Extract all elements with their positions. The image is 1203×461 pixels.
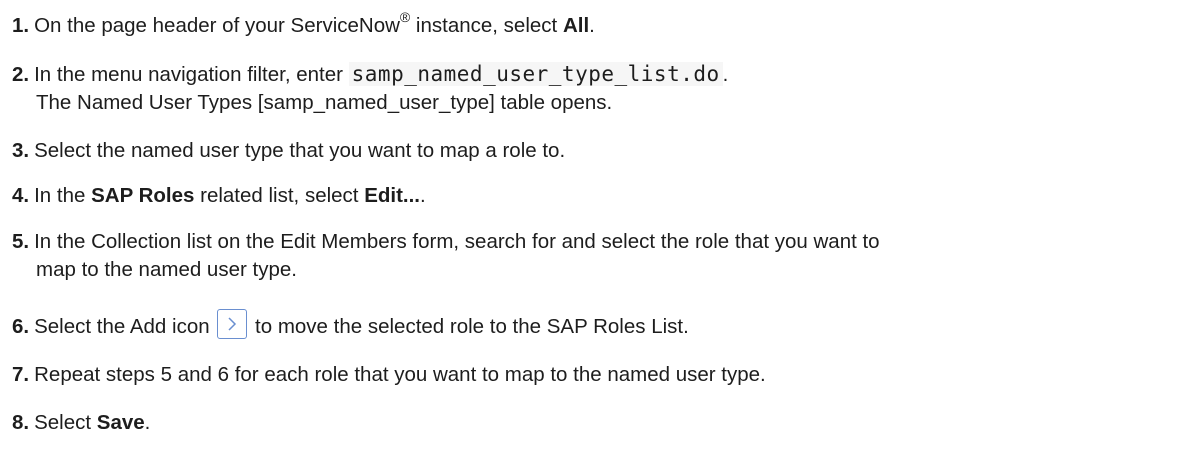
step-text: In the	[34, 184, 92, 207]
step-number: 7.	[12, 363, 30, 386]
step-number: 1.	[12, 14, 30, 37]
step-text: In the Collection list on the Edit Membe…	[34, 230, 880, 253]
registered-mark: ®	[399, 9, 411, 26]
step-1: 1. On the page header of your ServiceNow®…	[12, 9, 1197, 40]
step-4: 4. In the SAP Roles related list, select …	[12, 182, 1197, 210]
ui-term-sap-roles: SAP Roles	[91, 184, 195, 207]
step-text: Repeat steps 5 and 6 for each role that …	[34, 363, 766, 386]
step-7: 7. Repeat steps 5 and 6 for each role tha…	[12, 361, 1197, 389]
ui-term-edit: Edit...	[364, 184, 420, 207]
step-number: 6.	[12, 315, 30, 338]
step-text: .	[589, 14, 595, 37]
step-text: Select the named user type that you want…	[34, 139, 566, 162]
step-text: to move the selected role to the SAP Rol…	[249, 315, 689, 338]
step-number: 5.	[12, 230, 30, 253]
step-result: The Named User Types [samp_named_user_ty…	[36, 91, 613, 114]
step-text: Select	[34, 411, 97, 434]
step-text: Select the Add icon	[34, 315, 216, 338]
ui-term-all: All	[562, 14, 590, 37]
step-2: 2. In the menu navigation filter, enter s…	[12, 60, 1197, 117]
step-5: 5. In the Collection list on the Edit Mem…	[12, 228, 1197, 284]
chevron-right-icon	[217, 309, 248, 339]
step-text: .	[420, 184, 426, 207]
step-text: In the menu navigation filter, enter	[34, 63, 349, 86]
step-number: 8.	[12, 411, 30, 434]
step-text: related list, select	[194, 184, 365, 207]
step-text: .	[722, 63, 729, 86]
ui-term-save: Save	[96, 411, 145, 434]
step-text-continued: map to the named user type.	[36, 258, 297, 281]
step-3: 3. Select the named user type that you wa…	[12, 137, 1197, 165]
step-number: 2.	[12, 63, 30, 86]
step-number: 4.	[12, 184, 30, 207]
step-text: On the page header of your ServiceNow	[34, 14, 400, 37]
step-6: 6. Select the Add icon to move the select…	[12, 309, 1197, 341]
step-text: .	[144, 411, 151, 434]
step-8: 8. Select Save.	[12, 409, 1197, 437]
code-table-url: samp_named_user_type_list.do	[348, 62, 723, 86]
step-text: instance, select	[410, 14, 563, 37]
step-number: 3.	[12, 139, 30, 162]
